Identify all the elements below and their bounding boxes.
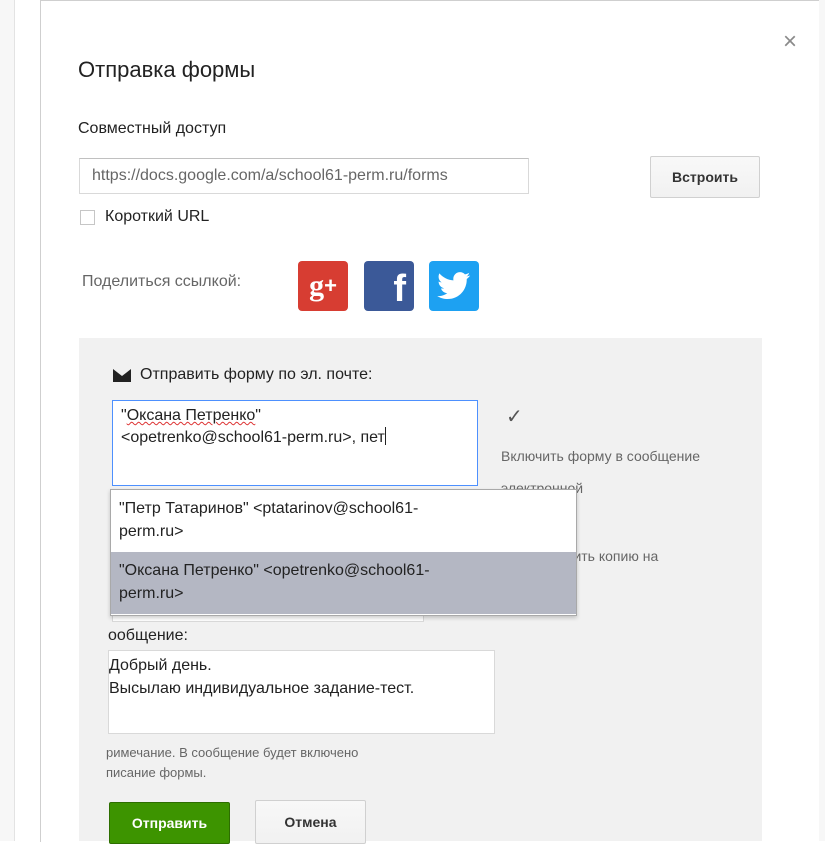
- autocomplete-option-line: "Оксана Петренко" <opetrenko@school61-: [119, 562, 430, 579]
- note-line: писание формы.: [106, 765, 207, 780]
- recipient-address-text: <opetrenko@school61-perm.ru>, пет: [121, 429, 385, 446]
- google-plus-icon[interactable]: g +: [298, 261, 348, 311]
- recipient-name: "Оксана Петренко": [121, 407, 261, 424]
- send-copy-label-line2: с: [566, 572, 658, 604]
- recipient-name-text: Оксана Петренко: [126, 407, 256, 424]
- send-copy-label: вить копию на с: [566, 540, 658, 604]
- autocomplete-option-line: perm.ru>: [119, 585, 184, 602]
- twitter-icon[interactable]: [429, 261, 479, 311]
- note-text: римечание. В сообщение будет включено пи…: [106, 743, 466, 783]
- autocomplete-option-line: perm.ru>: [119, 523, 184, 540]
- message-textarea[interactable]: Добрый день. Высылаю индивидуальное зада…: [108, 650, 495, 734]
- short-url-label: Короткий URL: [105, 208, 210, 225]
- embed-button[interactable]: Встроить: [650, 156, 760, 198]
- envelope-icon: [113, 368, 131, 382]
- recipients-input[interactable]: "Оксана Петренко" <opetrenko@school61-pe…: [112, 400, 478, 486]
- share-link-label: Поделиться ссылкой:: [82, 273, 242, 290]
- short-url-checkbox[interactable]: [80, 209, 95, 225]
- facebook-icon[interactable]: f: [364, 261, 414, 311]
- autocomplete-option-line: "Петр Татаринов" <ptatarinov@school61-: [119, 500, 419, 517]
- include-form-checkbox-check-icon[interactable]: ✓: [506, 404, 523, 429]
- message-line: Высылаю индивидуальное задание-тест.: [109, 680, 415, 697]
- cancel-button[interactable]: Отмена: [255, 800, 366, 844]
- autocomplete-option[interactable]: "Петр Татаринов" <ptatarinov@school61- p…: [111, 490, 576, 552]
- message-label: ообщение:: [108, 627, 188, 644]
- share-url-input[interactable]: [79, 158, 529, 194]
- background-page-left-edge: [0, 0, 15, 841]
- email-section-header: Отправить форму по эл. почте:: [113, 366, 372, 384]
- recipient-autocomplete-dropdown: "Петр Татаринов" <ptatarinov@school61- p…: [110, 489, 577, 616]
- dialog-title: Отправка формы: [78, 57, 256, 82]
- message-line: Добрый день.: [109, 657, 212, 674]
- text-cursor: [384, 427, 386, 445]
- note-line: римечание. В сообщение будет включено: [106, 745, 359, 760]
- sharing-section-label: Совместный доступ: [78, 120, 227, 137]
- autocomplete-option-selected[interactable]: "Оксана Петренко" <opetrenko@school61- p…: [111, 552, 576, 614]
- short-url-option[interactable]: Короткий URL: [80, 208, 209, 226]
- email-section-title: Отправить форму по эл. почте:: [140, 366, 373, 383]
- recipient-address-line: <opetrenko@school61-perm.ru>, пет: [121, 427, 469, 449]
- close-icon[interactable]: ×: [783, 30, 797, 54]
- send-copy-label-line1: вить копию на: [566, 548, 659, 564]
- send-button[interactable]: Отправить: [109, 802, 230, 844]
